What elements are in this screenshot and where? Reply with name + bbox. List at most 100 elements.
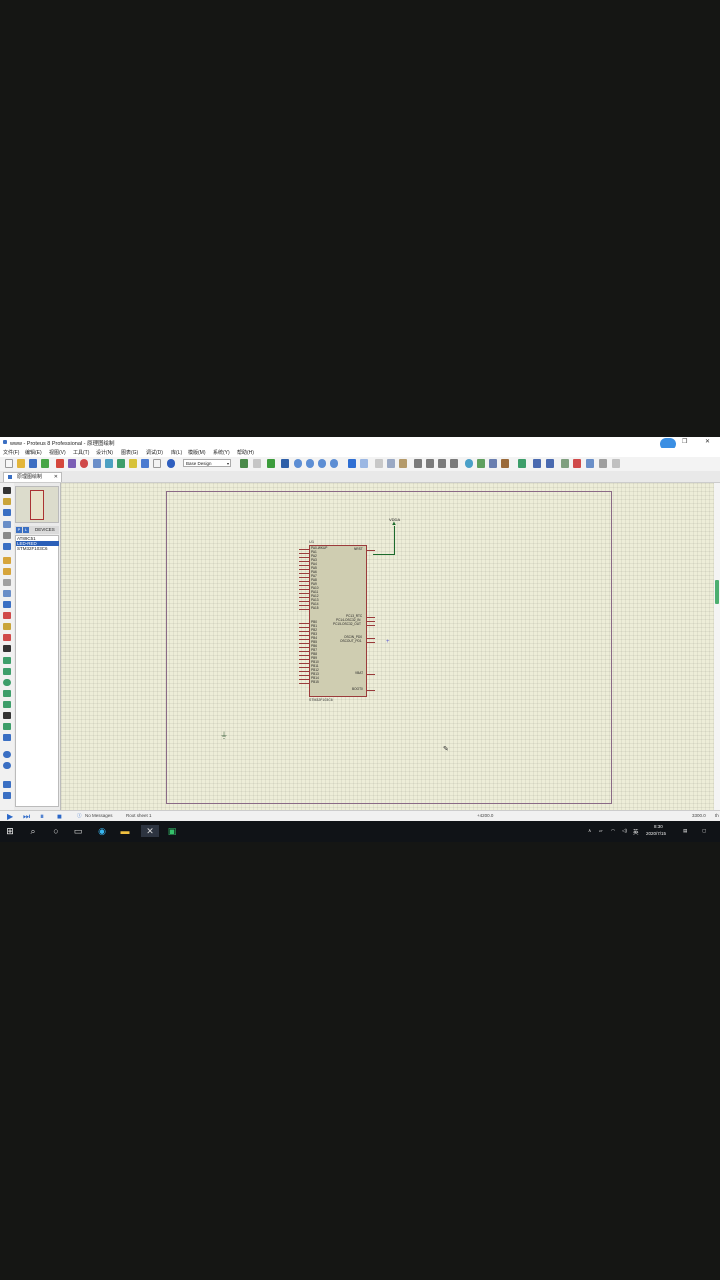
search-icon[interactable]: ⌕	[27, 825, 39, 837]
pin-line-pb-11[interactable]	[299, 667, 309, 668]
proteus-taskbar-icon[interactable]: ✕	[141, 825, 159, 837]
menu-library[interactable]: 库(L)	[171, 449, 182, 456]
pin-line-pb-6[interactable]	[299, 647, 309, 648]
pin-line-pb-9[interactable]	[299, 659, 309, 660]
pin-line-pb-7[interactable]	[299, 651, 309, 652]
pin-line-oscin[interactable]	[367, 638, 375, 639]
undo-icon[interactable]	[348, 459, 356, 468]
ground-symbol-icon[interactable]: ⏚	[220, 730, 228, 741]
pin-line-pa-11[interactable]	[299, 593, 309, 594]
wire-autorouter-icon[interactable]	[518, 459, 526, 468]
pin-line-pb-2[interactable]	[299, 631, 309, 632]
excel-taskbar-icon[interactable]: ▣	[166, 825, 178, 837]
component-mode-icon[interactable]	[3, 498, 11, 505]
remove-sheet-icon[interactable]	[573, 459, 581, 468]
open-folder-icon[interactable]	[17, 459, 25, 468]
play-icon[interactable]: ▶	[7, 813, 13, 821]
paste-icon[interactable]	[399, 459, 407, 468]
2d-symbol-icon[interactable]	[3, 723, 11, 730]
grid-toggle-icon[interactable]	[253, 459, 261, 468]
goto-child-icon[interactable]	[586, 459, 594, 468]
code-icon[interactable]	[129, 459, 137, 468]
menu-view[interactable]: 视图(V)	[49, 449, 66, 456]
virtual-instruments-icon[interactable]	[3, 645, 11, 652]
3d-view-icon[interactable]	[105, 459, 113, 468]
text-script-icon[interactable]	[3, 532, 11, 539]
device-item-stm32f103c6[interactable]: STM32F103C6	[16, 546, 59, 551]
pin-line-pb-10[interactable]	[299, 663, 309, 664]
zoom-in-icon[interactable]	[294, 459, 302, 468]
gerber-icon[interactable]	[93, 459, 101, 468]
block-delete-icon[interactable]	[450, 459, 458, 468]
pin-line-pa-3[interactable]	[299, 561, 309, 562]
2d-circle-icon[interactable]	[3, 679, 11, 686]
pin-line-pa-15[interactable]	[299, 609, 309, 610]
network-icon[interactable]: ▱	[599, 828, 602, 834]
tab-close-icon[interactable]: ✕	[54, 473, 58, 482]
copy-icon[interactable]	[387, 459, 395, 468]
notes-icon[interactable]	[141, 459, 149, 468]
tray-chevron-icon[interactable]: ∧	[588, 828, 591, 834]
wifi-icon[interactable]: ◠	[611, 828, 615, 834]
2d-box-icon[interactable]	[3, 668, 11, 675]
block-rotate-icon[interactable]	[438, 459, 446, 468]
rotate-clockwise-icon[interactable]	[3, 751, 11, 758]
bus-icon[interactable]	[3, 543, 11, 550]
messages-status[interactable]: No Messages	[85, 813, 113, 818]
pin-line-pb-0[interactable]	[299, 623, 309, 624]
package-tool-icon[interactable]	[489, 459, 497, 468]
menu-edit[interactable]: 编辑(E)	[25, 449, 42, 456]
make-device-icon[interactable]	[477, 459, 485, 468]
current-probe-icon[interactable]	[3, 634, 11, 641]
pause-icon[interactable]: ⏸	[40, 813, 44, 821]
clock-date[interactable]: 2020/7/15	[646, 831, 666, 836]
pin-line-pb-14[interactable]	[299, 679, 309, 680]
mirror-horizontal-icon[interactable]	[3, 781, 11, 788]
pin-line-pa-7[interactable]	[299, 577, 309, 578]
tape-recorder-icon[interactable]	[3, 601, 11, 608]
import-icon[interactable]	[41, 459, 49, 468]
overview-window[interactable]	[15, 486, 59, 523]
2d-path-icon[interactable]	[3, 701, 11, 708]
pin-line-pa-14[interactable]	[299, 605, 309, 606]
redo-icon[interactable]	[360, 459, 368, 468]
clock-time[interactable]: 8:30	[654, 824, 663, 829]
mirror-vertical-icon[interactable]	[3, 792, 11, 799]
decompose-icon[interactable]	[501, 459, 509, 468]
volume-icon[interactable]: ◁)	[622, 828, 627, 834]
pin-line-pc14[interactable]	[367, 621, 375, 622]
pin-line-pa-6[interactable]	[299, 573, 309, 574]
new-sheet-icon[interactable]	[561, 459, 569, 468]
cortana-icon[interactable]: ○	[50, 825, 62, 837]
pin-line-pc13[interactable]	[367, 617, 375, 618]
pin-line-pb-12[interactable]	[299, 671, 309, 672]
pin-line-boot0[interactable]	[367, 690, 375, 691]
menu-file[interactable]: 文件(F)	[3, 449, 19, 456]
scrollbar-thumb[interactable]	[715, 580, 719, 604]
task-view-icon[interactable]: ▭	[72, 825, 84, 837]
pin-line-pa-8[interactable]	[299, 581, 309, 582]
voltage-probe-icon[interactable]	[3, 623, 11, 630]
windows-start-icon[interactable]: ⊞	[4, 825, 16, 837]
schematic-canvas[interactable]: U1 STM32F103C6 NRST PC13_RTC PC14-OSC32_…	[61, 483, 714, 810]
wire-label-icon[interactable]	[3, 521, 11, 528]
2d-marker-icon[interactable]	[3, 734, 11, 741]
pin-line-pa-12[interactable]	[299, 597, 309, 598]
new-file-icon[interactable]	[5, 459, 13, 468]
selection-mode-icon[interactable]	[3, 487, 11, 494]
file-explorer-icon[interactable]: ▬	[119, 825, 131, 837]
zoom-all-icon[interactable]	[318, 459, 326, 468]
edge-browser-icon[interactable]: ◉	[96, 825, 108, 837]
subcircuit-icon[interactable]	[3, 557, 11, 564]
erc-icon[interactable]	[612, 459, 620, 468]
pin-line-oscout[interactable]	[367, 642, 375, 643]
save-icon[interactable]	[29, 459, 37, 468]
bom-icon[interactable]	[117, 459, 125, 468]
2d-arc-icon[interactable]	[3, 690, 11, 697]
pin-line-pb-13[interactable]	[299, 675, 309, 676]
pin-line-pb-4[interactable]	[299, 639, 309, 640]
block-move-icon[interactable]	[426, 459, 434, 468]
pin-line-pb-5[interactable]	[299, 643, 309, 644]
block-copy-icon[interactable]	[414, 459, 422, 468]
pin-line-pa-1[interactable]	[299, 553, 309, 554]
